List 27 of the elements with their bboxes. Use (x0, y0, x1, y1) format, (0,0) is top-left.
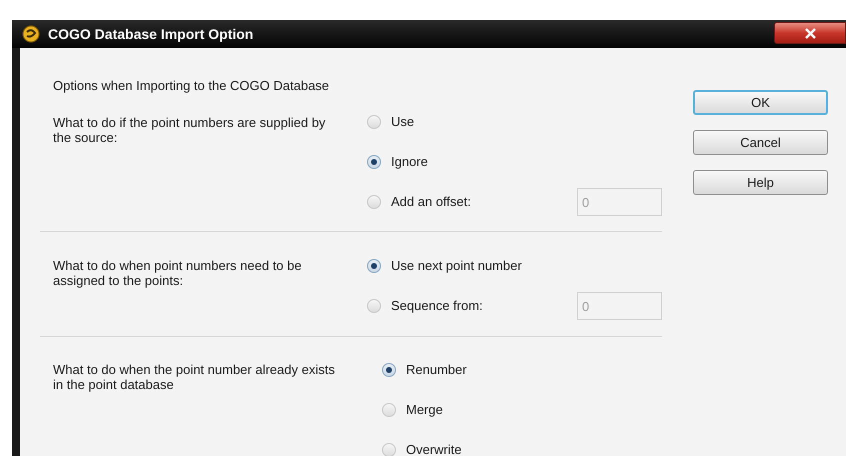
close-button[interactable] (774, 22, 846, 44)
radio-button[interactable] (367, 195, 381, 209)
section-label: What to do when point numbers need to be assigned to the points: (52, 257, 303, 290)
radio-label[interactable]: Add an offset: (391, 192, 577, 212)
radio-label[interactable]: Merge (406, 400, 592, 420)
radio-label[interactable]: Renumber (406, 360, 592, 380)
radio-button[interactable] (367, 115, 381, 129)
close-icon (804, 28, 816, 38)
radio-button[interactable] (367, 155, 381, 169)
radio-label[interactable]: Sequence from: (391, 296, 577, 316)
group-heading: Options when Importing to the COGO Database (52, 77, 330, 94)
radio-button[interactable] (367, 299, 381, 313)
radio-label[interactable]: Use next point number (391, 256, 577, 276)
app-icon (22, 25, 40, 43)
section-label: What to do if the point numbers are supplied by the source: (52, 114, 326, 147)
section-label: What to do when the point number already exists in the point database (52, 361, 336, 394)
radio-button[interactable] (382, 363, 396, 377)
radio-label[interactable]: Ignore (391, 152, 577, 172)
radio-button[interactable] (367, 259, 381, 273)
dialog-button[interactable]: Cancel (693, 130, 828, 155)
radio-label[interactable]: Overwrite (406, 440, 592, 456)
radio-button[interactable] (382, 403, 396, 417)
radio-button[interactable] (382, 443, 396, 456)
radio-label[interactable]: Use (391, 112, 577, 132)
window-title: COGO Database Import Option (48, 24, 254, 44)
dialog-button[interactable]: OK (693, 90, 828, 115)
dialog-button[interactable]: Help (693, 170, 828, 195)
